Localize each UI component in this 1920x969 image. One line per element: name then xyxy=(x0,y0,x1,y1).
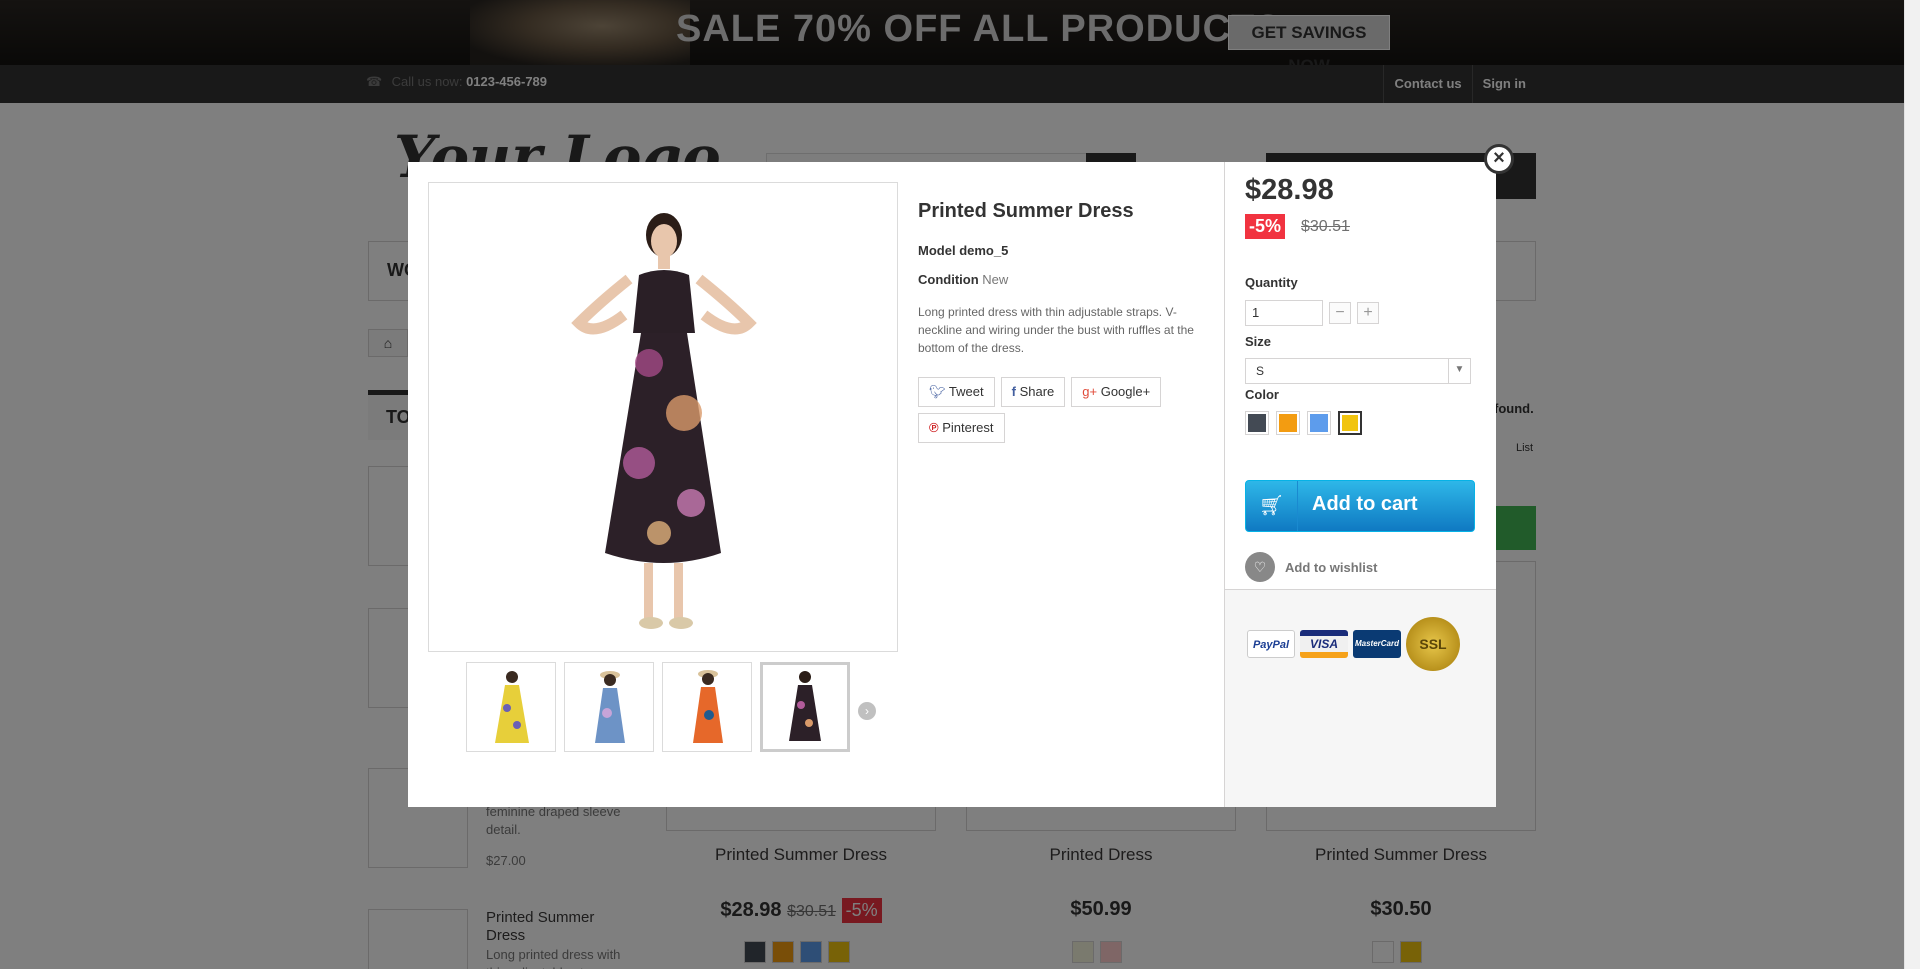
size-label: Size xyxy=(1245,334,1272,349)
thumb-black-dress xyxy=(789,671,821,741)
quantity-decrease-button[interactable]: − xyxy=(1329,302,1351,324)
visa-logo: VISA xyxy=(1300,630,1348,658)
product-title: Printed Summer Dress xyxy=(918,200,1134,222)
model-value: demo_5 xyxy=(959,243,1009,258)
buy-box-top: $28.98 -5% $30.51 Quantity 1 − + Size S … xyxy=(1225,162,1496,590)
dress-image xyxy=(571,213,757,629)
google-label: Google+ xyxy=(1100,384,1151,399)
thumb-orange-dress xyxy=(693,670,723,743)
tweet-label: Tweet xyxy=(948,384,984,399)
close-icon[interactable]: × xyxy=(1484,144,1514,174)
thumbnail-list xyxy=(466,662,850,752)
scrollbar[interactable] xyxy=(1904,0,1920,969)
product-description: Long printed dress with thin adjustable … xyxy=(918,305,1194,355)
thumbnail[interactable] xyxy=(662,662,752,752)
pinterest-button[interactable]: ℗ Pinterest xyxy=(918,413,1005,443)
share-buttons: 🐦︎ Tweet f Share g+ Google+ ℗ Pinterest xyxy=(918,377,1208,443)
product-model: Model demo_5 xyxy=(918,243,1218,258)
facebook-share-button[interactable]: f Share xyxy=(1000,377,1066,407)
pinterest-icon: ℗ xyxy=(929,420,939,435)
share-label: Share xyxy=(1019,384,1055,399)
mastercard-logo: MasterCard xyxy=(1353,630,1401,658)
old-price: $30.51 xyxy=(1301,218,1350,235)
google-plus-icon: g+ xyxy=(1082,384,1098,399)
product-main-image[interactable] xyxy=(428,182,898,652)
color-label: Color xyxy=(1245,387,1279,402)
paypal-logo: PayPal xyxy=(1247,630,1295,658)
add-to-cart-label: Add to cart xyxy=(1312,493,1418,515)
product-price: $28.98 xyxy=(1245,174,1334,206)
thumb-blue-dress xyxy=(595,671,625,743)
product-condition: Condition New xyxy=(918,272,1218,287)
twitter-icon: 🐦︎ xyxy=(929,384,946,399)
pinterest-label: Pinterest xyxy=(942,420,994,435)
buy-box: $28.98 -5% $30.51 Quantity 1 − + Size S … xyxy=(1224,162,1496,807)
condition-label: Condition xyxy=(918,272,979,287)
cart-icon: 🛒︎ xyxy=(1246,481,1298,531)
heart-icon: ♡ xyxy=(1245,552,1275,582)
add-to-wishlist-link[interactable]: ♡ Add to wishlist xyxy=(1245,552,1377,582)
color-swatch-orange[interactable] xyxy=(1276,411,1300,435)
page: SALE 70% OFF ALL PRODUCTS GET SAVINGS NO… xyxy=(0,0,1920,969)
size-value: S xyxy=(1256,364,1265,378)
thumbnail-active[interactable] xyxy=(760,662,850,752)
product-info: Printed Summer Dress Model demo_5 Condit… xyxy=(918,182,1218,443)
chevron-down-icon: ▼ xyxy=(1448,359,1470,383)
ssl-badge: SSL xyxy=(1406,617,1460,671)
color-swatch-dark[interactable] xyxy=(1245,411,1269,435)
quantity-increase-button[interactable]: + xyxy=(1357,302,1379,324)
chevron-right-icon[interactable]: › xyxy=(858,702,876,720)
thumbnail[interactable] xyxy=(564,662,654,752)
quick-view-modal: › Printed Summer Dress Model demo_5 Cond… xyxy=(408,162,1496,807)
condition-value: New xyxy=(982,272,1009,287)
quantity-label: Quantity xyxy=(1245,275,1298,290)
quantity-input[interactable]: 1 xyxy=(1245,300,1323,326)
thumb-yellow-dress xyxy=(495,671,529,743)
add-to-wishlist-label: Add to wishlist xyxy=(1285,559,1378,575)
color-swatch-yellow[interactable] xyxy=(1338,411,1362,435)
google-plus-button[interactable]: g+ Google+ xyxy=(1071,377,1162,407)
color-swatch-blue[interactable] xyxy=(1307,411,1331,435)
discount-badge: -5% xyxy=(1245,214,1286,239)
add-to-cart-button[interactable]: 🛒︎ Add to cart xyxy=(1245,480,1475,532)
facebook-icon: f xyxy=(1011,384,1016,399)
payment-logos: PayPal VISA MasterCard SSL xyxy=(1247,617,1460,671)
size-select[interactable]: S ▼ xyxy=(1245,358,1471,384)
thumbnail[interactable] xyxy=(466,662,556,752)
tweet-button[interactable]: 🐦︎ Tweet xyxy=(918,377,995,407)
color-picker xyxy=(1245,411,1362,435)
model-label: Model xyxy=(918,243,956,258)
